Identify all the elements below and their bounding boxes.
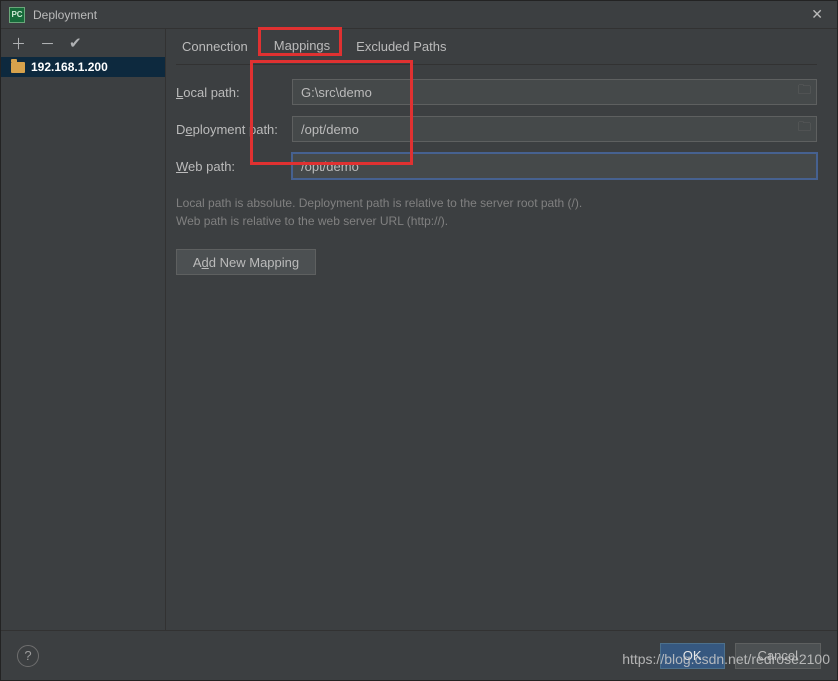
tab-connection[interactable]: Connection (180, 31, 250, 62)
add-icon[interactable]: ＋ (11, 33, 26, 54)
watermark: https://blog.csdn.net/redrose2100 (622, 651, 830, 667)
main-panel: Connection Mappings Excluded Paths Local… (166, 29, 837, 630)
help-line-2: Web path is relative to the web server U… (176, 212, 817, 230)
dialog-body: ＋ － ✔ 192.168.1.200 Connection Mappings … (1, 29, 837, 630)
app-icon: PC (9, 7, 25, 23)
local-path-input[interactable] (292, 79, 817, 105)
deployment-dialog: PC Deployment ✕ ＋ － ✔ 192.168.1.200 Conn… (0, 0, 838, 681)
server-name: 192.168.1.200 (31, 60, 108, 74)
deployment-path-label: Deployment path: (176, 122, 286, 137)
web-path-input[interactable] (292, 153, 817, 179)
help-line-1: Local path is absolute. Deployment path … (176, 194, 817, 212)
sftp-icon (11, 62, 25, 73)
help-icon[interactable]: ? (17, 645, 39, 667)
add-new-mapping-button[interactable]: Add New Mapping (176, 249, 316, 275)
web-path-label: Web path: (176, 159, 286, 174)
window-title: Deployment (33, 8, 805, 22)
mappings-form: Local path: 🗀 Deployment path: 🗀 Web pat… (176, 65, 817, 275)
deployment-path-row: Deployment path: 🗀 (176, 116, 817, 142)
sidebar-toolbar: ＋ － ✔ (1, 29, 165, 57)
tab-mappings[interactable]: Mappings (272, 30, 332, 63)
deployment-path-input[interactable] (292, 116, 817, 142)
server-list-item[interactable]: 192.168.1.200 (1, 57, 165, 77)
tab-excluded-paths[interactable]: Excluded Paths (354, 31, 448, 62)
local-path-row: Local path: 🗀 (176, 79, 817, 105)
remove-icon[interactable]: － (40, 33, 55, 54)
local-path-label: Local path: (176, 85, 286, 100)
help-text: Local path is absolute. Deployment path … (176, 194, 817, 230)
check-icon[interactable]: ✔ (69, 34, 82, 52)
web-path-row: Web path: (176, 153, 817, 179)
titlebar: PC Deployment ✕ (1, 1, 837, 29)
tab-bar: Connection Mappings Excluded Paths (176, 29, 817, 65)
close-icon[interactable]: ✕ (805, 6, 829, 23)
sidebar: ＋ － ✔ 192.168.1.200 (1, 29, 166, 630)
